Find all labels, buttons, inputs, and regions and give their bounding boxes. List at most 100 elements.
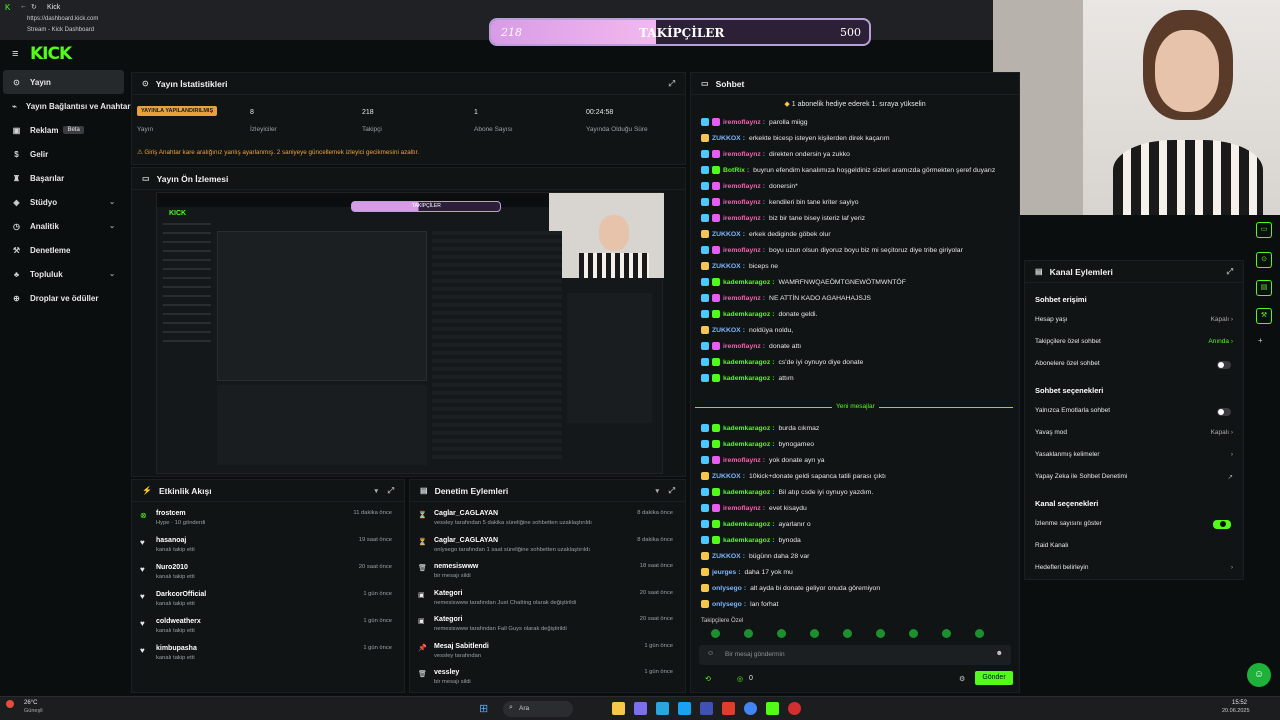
event-row[interactable]: ♥ Nuro2010 kanalı takip etti 20 saat önce — [132, 564, 404, 590]
obs-icon[interactable] — [788, 702, 801, 715]
weather-temp[interactable]: 26°C — [24, 700, 37, 706]
sidebar-item-analitik[interactable]: ◷ Analitik ⌄ — [0, 214, 127, 238]
goals-row[interactable]: Hedefleri belirleyin › — [1035, 564, 1233, 576]
sidebar-item-studyo[interactable]: ◈ Stüdyo ⌄ — [0, 190, 127, 214]
emote-icon[interactable] — [777, 629, 786, 638]
chat-message[interactable]: iremoflaynz: yok donate ayrı ya — [701, 453, 1013, 467]
sidebar-item-topluluk[interactable]: ♣ Topluluk ⌄ — [0, 262, 127, 286]
chat-message[interactable]: ZUKKOX: erkek dediginde göbek olur — [701, 227, 1013, 241]
chat-username[interactable]: ZUKKOX — [712, 135, 741, 142]
moderation-title[interactable]: nemesiswww — [434, 563, 478, 570]
chrome-icon[interactable] — [744, 702, 757, 715]
chat-input[interactable]: ☺ Bir mesaj göndermin ☻ — [699, 645, 1011, 665]
event-user[interactable]: DarkcorOfficial — [156, 591, 206, 598]
stats-toggle-icon[interactable]: ⊙ — [1256, 252, 1272, 268]
chat-message[interactable]: iremoflaynz: NE ATTİN KADO AGAHAHAJSJS — [701, 291, 1013, 305]
windows-start-icon[interactable]: ⊞ — [479, 702, 488, 715]
sidebar-item-stream-key[interactable]: ⌁ Yayın Bağlantısı ve Anahtarı — [0, 94, 133, 118]
pinned-gift-banner[interactable]: ◆ 1 abonelik hediye ederek 1. sıraya yük… — [691, 100, 1019, 108]
sidebar-item-yayin[interactable]: ⊙ Yayın — [3, 70, 124, 94]
chat-username[interactable]: onlysego — [712, 585, 742, 592]
chat-username[interactable]: iremoflaynz — [723, 343, 761, 350]
event-user[interactable]: Nuro2010 — [156, 564, 188, 571]
chat-message[interactable]: ZUKKOX: erkekte bicesp isteyen kişilerden… — [701, 131, 1013, 145]
chat-message[interactable]: BotRix: buyrun efendim kanalımıza hoşgeld… — [701, 163, 1013, 177]
chat-message[interactable]: kademkaragoz: donate geldi. — [701, 307, 1013, 321]
moderation-title[interactable]: vessley — [434, 669, 459, 676]
expand-icon[interactable]: ⤢ — [1227, 267, 1233, 277]
chat-username[interactable]: iremoflaynz — [723, 215, 761, 222]
emote-icon[interactable] — [843, 629, 852, 638]
chat-message[interactable]: iremoflaynz: evet kisaydu — [701, 501, 1013, 515]
chat-username[interactable]: iremoflaynz — [723, 119, 761, 126]
chat-message[interactable]: iremoflaynz: donate attı — [701, 339, 1013, 353]
chat-username[interactable]: ZUKKOX — [712, 473, 741, 480]
chat-message[interactable]: ZUKKOX:10kick+donate geldi sapanca tatil… — [701, 469, 1013, 483]
chat-message[interactable]: kademkaragoz: cs'de iyi oynuyo diye donat… — [701, 355, 1013, 369]
raid-channel-row[interactable]: Raid Kanalı — [1035, 542, 1233, 554]
chat-username[interactable]: iremoflaynz — [723, 199, 761, 206]
emote-icon[interactable] — [975, 629, 984, 638]
chat-toggle-icon[interactable]: ▭ — [1256, 222, 1272, 238]
kick-taskbar-icon[interactable] — [766, 702, 779, 715]
sidebar-item-droplar[interactable]: ⊕ Droplar ve ödüller — [0, 286, 127, 310]
url-bar[interactable]: https://dashboard.kick.com — [27, 16, 98, 22]
chat-username[interactable]: jeurges — [712, 569, 736, 576]
emote-icon[interactable] — [942, 629, 951, 638]
app-icon[interactable] — [634, 702, 647, 715]
sidebar-item-reklam[interactable]: ▣ Reklam Beta — [0, 118, 127, 142]
settings-icon[interactable]: ⚙ — [959, 675, 965, 683]
followers-only-row[interactable]: Takipçilere özel sohbet Anında › — [1035, 338, 1233, 350]
chat-username[interactable]: ZUKKOX — [712, 327, 741, 334]
chat-username[interactable]: kademkaragoz — [723, 311, 770, 318]
emote-picker-icon[interactable]: ☺ — [707, 650, 714, 657]
moderation-title[interactable]: Caglar_CAGLAYAN — [434, 537, 498, 544]
emote-only-toggle[interactable] — [1217, 408, 1231, 416]
chat-username[interactable]: iremoflaynz — [723, 151, 761, 158]
sidebar-item-basarilar[interactable]: ♜ Başarılar — [0, 166, 127, 190]
sidebar-item-denetleme[interactable]: ⚒ Denetleme — [0, 238, 127, 262]
slow-mode-row[interactable]: Yavaş mod Kapalı › — [1035, 429, 1233, 441]
chat-message[interactable]: kademkaragoz: bynogameo — [701, 437, 1013, 451]
emote-icon[interactable] — [909, 629, 918, 638]
chat-username[interactable]: kademkaragoz — [723, 279, 770, 286]
emote-bar[interactable] — [699, 629, 1019, 641]
chat-username[interactable]: kademkaragoz — [723, 441, 770, 448]
emoji-icon[interactable]: ☻ — [996, 650, 1003, 657]
chat-username[interactable]: ZUKKOX — [712, 263, 741, 270]
banned-words-row[interactable]: Yasaklanmış kelimeler › — [1035, 451, 1233, 463]
chat-message[interactable]: onlysego: lan forhat — [701, 597, 1013, 611]
tab-title[interactable]: Kick — [47, 4, 60, 11]
chat-message[interactable]: iremoflaynz: donersin* — [701, 179, 1013, 193]
chat-username[interactable]: iremoflaynz — [723, 295, 761, 302]
chat-username[interactable]: kademkaragoz — [723, 359, 770, 366]
moderation-title[interactable]: Mesaj Sabitlendi — [434, 643, 489, 650]
chat-username[interactable]: kademkaragoz — [723, 375, 770, 382]
chat-username[interactable]: kademkaragoz — [723, 489, 770, 496]
chat-message[interactable]: kademkaragoz: ayarlanır o — [701, 517, 1013, 531]
expand-icon[interactable]: ⤢ — [669, 486, 675, 496]
chat-username[interactable]: iremoflaynz — [723, 505, 761, 512]
event-user[interactable]: hasanoaj — [156, 537, 186, 544]
event-row[interactable]: ⊗ frostcem Hype · 10 gönderdi 11 dakika önc… — [132, 510, 404, 536]
chat-message[interactable]: iremoflaynz: boyu uzun olsun diyoruz boyu… — [701, 243, 1013, 257]
chat-message[interactable]: kademkaragoz: WAMRFNWQAEÖMTGNEWÖTMWNTÖF — [701, 275, 1013, 289]
chat-message[interactable]: kademkaragoz: bynoda — [701, 533, 1013, 547]
account-age-row[interactable]: Hesap yaşı Kapalı › — [1035, 316, 1233, 328]
chat-username[interactable]: iremoflaynz — [723, 247, 761, 254]
filter-icon[interactable]: ▾ — [374, 487, 378, 495]
emote-icon[interactable] — [810, 629, 819, 638]
chat-username[interactable]: kademkaragoz — [723, 521, 770, 528]
reload-icon[interactable]: ↻ — [31, 3, 37, 11]
event-user[interactable]: coldweatherx — [156, 618, 201, 625]
chat-message[interactable]: jeurges: daha 17 yok mu — [701, 565, 1013, 579]
chat-message[interactable]: onlysego: alt ayda bi donate geliyor onud… — [701, 581, 1013, 595]
chat-message[interactable]: iremoflaynz: biz bir tane bisey isteriz l… — [701, 211, 1013, 225]
menu-icon[interactable]: ≡ — [12, 48, 18, 60]
emote-icon[interactable] — [876, 629, 885, 638]
view-count-toggle[interactable] — [1213, 520, 1231, 529]
chat-username[interactable]: ZUKKOX — [712, 231, 741, 238]
emote-icon[interactable] — [711, 629, 720, 638]
emote-icon[interactable] — [744, 629, 753, 638]
chat-message[interactable]: iremoflaynz: kendileri bin tane kriter sa… — [701, 195, 1013, 209]
